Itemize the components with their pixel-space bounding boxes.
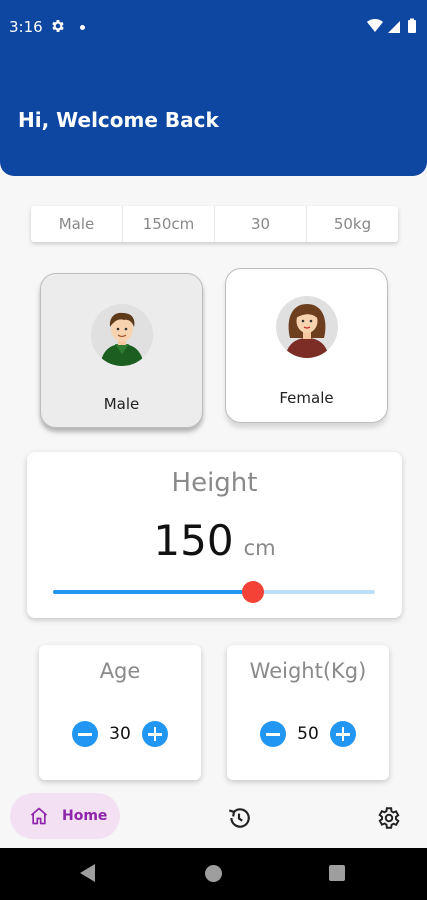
age-increment-button[interactable] [142,721,168,747]
height-card: Height 150 cm [27,452,402,618]
female-avatar [275,296,338,358]
signal-icon [388,21,400,33]
wifi-icon [367,19,383,32]
age-card: Age 30 [39,645,201,780]
gender-card-female[interactable]: Female [225,268,388,423]
summary-age: 30 [215,206,307,242]
nav-home[interactable]: Home [10,793,120,839]
welcome-heading: Hi, Welcome Back [18,108,219,132]
weight-increment-button[interactable] [330,721,356,747]
age-decrement-button[interactable] [72,721,98,747]
weight-value: 50 [297,724,319,744]
history-icon[interactable] [226,805,252,831]
weight-decrement-button[interactable] [260,721,286,747]
gender-card-male[interactable]: Male [40,273,203,428]
slider-thumb[interactable] [241,581,264,603]
summary-bar: Male 150cm 30 50kg [31,206,398,242]
height-slider[interactable] [53,581,375,603]
weight-card: Weight(Kg) 50 [227,645,389,780]
recents-icon[interactable] [329,865,345,881]
battery-icon [408,20,416,33]
height-unit: cm [243,536,276,560]
gender-label-female: Female [279,389,334,407]
bottom-nav: Home [0,790,427,848]
settings-icon[interactable] [376,805,402,831]
back-icon[interactable] [80,864,95,882]
age-value: 30 [109,724,131,744]
gender-label-male: Male [103,395,140,413]
nav-home-label: Home [62,808,108,824]
app-header: 3:16 Hi, Welcome Back [0,0,427,176]
age-title: Age [99,659,141,683]
status-time: 3:16 [9,18,43,36]
height-value: 150 [153,516,234,565]
height-title: Height [171,468,258,498]
male-avatar [90,304,153,366]
status-icons [367,18,416,33]
weight-title: Weight(Kg) [249,659,367,683]
slider-fill [53,590,253,594]
summary-height: 150cm [123,206,215,242]
status-bar: 3:16 [0,0,427,52]
system-navigation-bar [0,848,427,900]
summary-gender: Male [31,206,123,242]
height-value-row: 150 cm [27,516,402,565]
home-circle-icon[interactable] [205,865,222,882]
age-stepper: 30 [39,721,201,747]
notification-dot [80,25,85,30]
weight-stepper: 50 [227,721,389,747]
home-icon [30,807,48,825]
summary-weight: 50kg [333,215,372,233]
gear-icon [52,20,64,32]
